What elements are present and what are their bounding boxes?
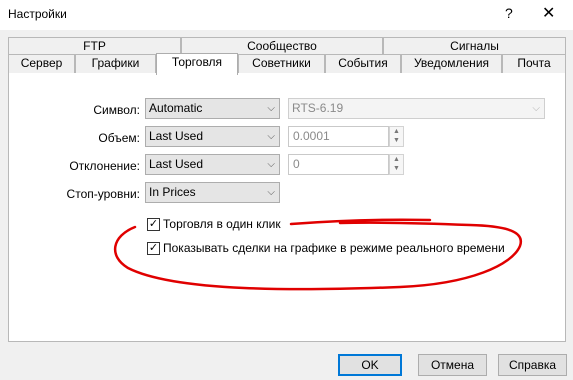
- deviation-input[interactable]: 0: [288, 154, 389, 175]
- symbol-name-value: RTS-6.19: [292, 101, 344, 115]
- help-icon[interactable]: ?: [505, 5, 513, 21]
- help-button[interactable]: Справка: [498, 354, 567, 376]
- tab-row-bottom: Сервер Графики Торговля Советники Событи…: [8, 53, 566, 75]
- chevron-down-icon: ⌵: [267, 131, 275, 142]
- tab-charts[interactable]: Графики: [75, 54, 156, 73]
- realtime-deals-checkbox[interactable]: ✓: [147, 242, 160, 255]
- stop-levels-label: Стоп-уровни:: [66, 187, 140, 201]
- stop-levels-select[interactable]: In Prices ⌵: [145, 182, 280, 203]
- tab-mail[interactable]: Почта: [502, 54, 566, 73]
- tab-trading[interactable]: Торговля: [156, 53, 238, 75]
- title-bar: Настройки ? ✕: [0, 0, 573, 30]
- tab-notifications[interactable]: Уведомления: [401, 54, 502, 73]
- volume-select[interactable]: Last Used ⌵: [145, 126, 280, 147]
- volume-select-value: Last Used: [149, 129, 204, 143]
- close-icon[interactable]: ✕: [542, 3, 555, 23]
- symbol-select-value: Automatic: [149, 101, 203, 115]
- volume-input[interactable]: 0.0001: [288, 126, 389, 147]
- deviation-select-value: Last Used: [149, 157, 204, 171]
- one-click-label: Торговля в один клик: [163, 217, 281, 231]
- realtime-deals-label: Показывать сделки на графике в режиме ре…: [163, 241, 505, 255]
- window-title: Настройки: [8, 7, 67, 21]
- one-click-checkbox[interactable]: ✓: [147, 218, 160, 231]
- deviation-label: Отклонение:: [69, 159, 140, 173]
- symbol-label: Символ:: [93, 103, 140, 117]
- ok-button[interactable]: OK: [338, 354, 402, 376]
- stop-levels-select-value: In Prices: [149, 185, 196, 199]
- chevron-down-icon: ⌵: [267, 159, 275, 170]
- volume-spinner[interactable]: ▲ ▼: [389, 126, 404, 147]
- chevron-down-icon: ⌵: [532, 103, 540, 114]
- volume-label: Объем:: [98, 131, 140, 145]
- symbol-name-select[interactable]: RTS-6.19 ⌵: [288, 98, 545, 119]
- tab-events[interactable]: События: [325, 54, 401, 73]
- symbol-select[interactable]: Automatic ⌵: [145, 98, 280, 119]
- tab-server[interactable]: Сервер: [8, 54, 75, 73]
- chevron-down-icon: ⌵: [267, 103, 275, 114]
- deviation-spinner[interactable]: ▲ ▼: [389, 154, 404, 175]
- cancel-button[interactable]: Отмена: [418, 354, 487, 376]
- deviation-select[interactable]: Last Used ⌵: [145, 154, 280, 175]
- tab-experts[interactable]: Советники: [238, 54, 325, 73]
- chevron-down-icon: ⌵: [267, 187, 275, 198]
